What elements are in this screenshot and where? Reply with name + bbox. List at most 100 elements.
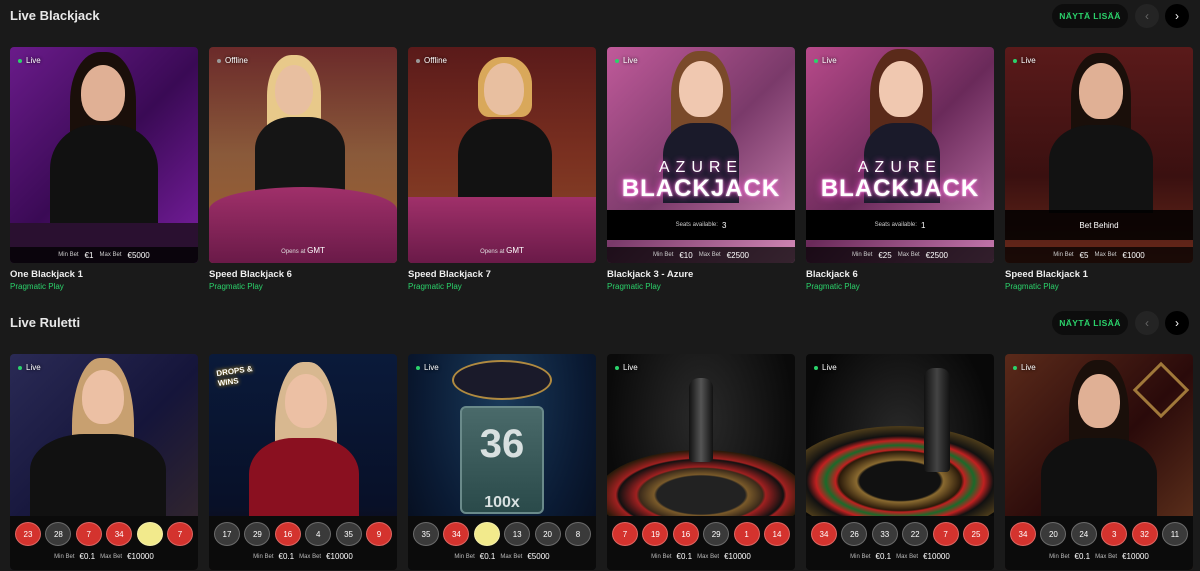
status-indicator: Live: [1013, 363, 1036, 372]
result-number: 7: [75, 522, 102, 546]
game-thumbnail[interactable]: DROPS & WINS 17 29 16 4 35 9 Min Bet €0.1…: [209, 354, 397, 570]
game-thumbnail[interactable]: Live 34 26 33 22 7 25 Min Bet €0.1 Max Be…: [806, 354, 994, 570]
status-indicator: Live: [814, 363, 837, 372]
game-provider: Pragmatic Play: [1005, 282, 1059, 291]
game-title[interactable]: Speed Blackjack 7: [408, 269, 491, 280]
dealer-face: [1078, 374, 1120, 428]
game-title[interactable]: Speed Blackjack 6: [209, 269, 292, 280]
bet-limits: Min Bet €5 Max Bet €1000: [1005, 247, 1193, 263]
carousel-prev-button[interactable]: ‹: [1135, 4, 1159, 28]
status-indicator: Offline: [217, 56, 248, 65]
section-header: Live Ruletti NÄYTÄ LISÄÄ ‹ ›: [0, 307, 1200, 341]
chevron-left-icon: ‹: [1145, 9, 1149, 23]
game-provider: Pragmatic Play: [10, 282, 64, 291]
game-thumbnail[interactable]: AZURE BLACKJACK Live Seats available: 3 …: [607, 47, 795, 263]
roulette-results: 34 26 33 22 7 25 Min Bet €0.1 Max Bet €100…: [806, 516, 994, 570]
show-more-button[interactable]: NÄYTÄ LISÄÄ: [1052, 311, 1128, 335]
section-header: Live Blackjack NÄYTÄ LISÄÄ ‹ ›: [0, 0, 1200, 34]
roulette-results: 17 29 16 4 35 9 Min Bet €0.1 Max Bet €1000…: [209, 516, 397, 570]
status-indicator: Live: [1013, 56, 1036, 65]
result-number: 19: [642, 522, 669, 546]
game-provider: Pragmatic Play: [408, 282, 462, 291]
result-number: 29: [703, 522, 730, 546]
game-provider: Pragmatic Play: [607, 282, 661, 291]
dealer-face: [81, 65, 125, 121]
opens-at: Opens at GMT: [281, 246, 325, 255]
result-number: 34: [106, 522, 133, 546]
dealer-face: [285, 374, 327, 428]
result-number: 20: [1040, 522, 1067, 546]
dealer-body: [255, 117, 345, 197]
result-number: 26: [841, 522, 868, 546]
dealer-body: [458, 119, 552, 209]
result-number: 14: [763, 522, 790, 546]
recent-numbers: 34 20 24 3 32 11: [1010, 522, 1188, 546]
result-number: 3: [1101, 522, 1128, 546]
bet-limits: Min Bet €10 Max Bet €2500: [607, 247, 795, 263]
game-thumbnail[interactable]: Offline Opens at GMT: [408, 47, 596, 263]
status-indicator: Live: [814, 56, 837, 65]
dealer-body: [1049, 125, 1153, 213]
dealer-body: [249, 438, 359, 528]
result-number: 16: [672, 522, 699, 546]
carousel-next-button[interactable]: ›: [1165, 311, 1189, 335]
result-number: 23: [15, 522, 41, 546]
result-number: 7: [166, 522, 193, 546]
opens-at: Opens at GMT: [480, 246, 524, 255]
game-title[interactable]: Blackjack 6: [806, 269, 858, 280]
recent-numbers: 7 19 16 29 1 14: [612, 522, 790, 546]
game-thumbnail[interactable]: Offline Opens at GMT: [209, 47, 397, 263]
recent-numbers: 23 28 7 34 7: [15, 522, 193, 546]
result-number: 35: [335, 522, 362, 546]
result-number: 1: [733, 522, 760, 546]
status-indicator: Live: [18, 363, 41, 372]
result-number: [136, 522, 163, 546]
result-number: 34: [811, 522, 837, 546]
chevron-right-icon: ›: [1175, 9, 1179, 23]
recent-numbers: 35 34 13 20 8: [413, 522, 591, 546]
wheel-turret: [924, 368, 950, 472]
game-title[interactable]: Blackjack 3 - Azure: [607, 269, 693, 280]
game-thumbnail[interactable]: Live 23 28 7 34 7 Min Bet €0.1 Max Bet €10…: [10, 354, 198, 570]
game-thumbnail[interactable]: AZURE BLACKJACK Live Seats available: 1 …: [806, 47, 994, 263]
result-number: 20: [534, 522, 561, 546]
carousel-next-button[interactable]: ›: [1165, 4, 1189, 28]
result-number: 24: [1070, 522, 1097, 546]
chevron-right-icon: ›: [1175, 316, 1179, 330]
result-number: 11: [1161, 522, 1188, 546]
game-provider: Pragmatic Play: [806, 282, 860, 291]
bet-limits: Min Bet €0.1 Max Bet €10000: [1049, 552, 1149, 561]
game-thumbnail[interactable]: Live 7 19 16 29 1 14 Min Bet €0.1 Max Bet…: [607, 354, 795, 570]
multiplier: 100x: [484, 494, 520, 511]
live-dot-icon: [615, 58, 619, 63]
game-thumbnail[interactable]: Live 34 20 24 3 32 11 Min Bet €0.1 Max Be…: [1005, 354, 1193, 570]
game-thumbnail[interactable]: Live Bet Behind Min Bet €5 Max Bet €1000: [1005, 47, 1193, 263]
chevron-left-icon: ‹: [1145, 316, 1149, 330]
drops-and-wins-badge: DROPS & WINS: [215, 364, 254, 388]
bet-behind: Bet Behind: [1005, 210, 1193, 240]
result-number: 34: [1010, 522, 1036, 546]
result-number: 28: [45, 522, 72, 546]
show-more-button[interactable]: NÄYTÄ LISÄÄ: [1052, 4, 1128, 28]
result-number: 22: [902, 522, 929, 546]
live-dot-icon: [615, 365, 619, 370]
roulette-results: 34 20 24 3 32 11 Min Bet €0.1 Max Bet €100…: [1005, 516, 1193, 570]
recent-numbers: 17 29 16 4 35 9: [214, 522, 392, 546]
big-result-number: 36: [479, 422, 525, 466]
result-number: 17: [214, 522, 240, 546]
game-thumbnail[interactable]: Live Min Bet €1 Max Bet €5000: [10, 47, 198, 263]
bet-limits: Min Bet €0.1 Max Bet €10000: [253, 552, 353, 561]
roulette-results: 23 28 7 34 7 Min Bet €0.1 Max Bet €10000: [10, 516, 198, 570]
dealer-face: [82, 370, 124, 424]
carousel-prev-button[interactable]: ‹: [1135, 311, 1159, 335]
dealer-body: [30, 434, 166, 524]
game-thumbnail[interactable]: 36 100x Live 35 34 13 20 8 Min Bet €0.1 M…: [408, 354, 596, 570]
result-number: 8: [564, 522, 591, 546]
game-title[interactable]: One Blackjack 1: [10, 269, 83, 280]
live-dot-icon: [814, 365, 818, 370]
result-number: 16: [274, 522, 301, 546]
live-dot-icon: [814, 58, 818, 63]
dealer-body: [50, 125, 158, 235]
game-title[interactable]: Speed Blackjack 1: [1005, 269, 1088, 280]
live-dot-icon: [18, 58, 22, 63]
